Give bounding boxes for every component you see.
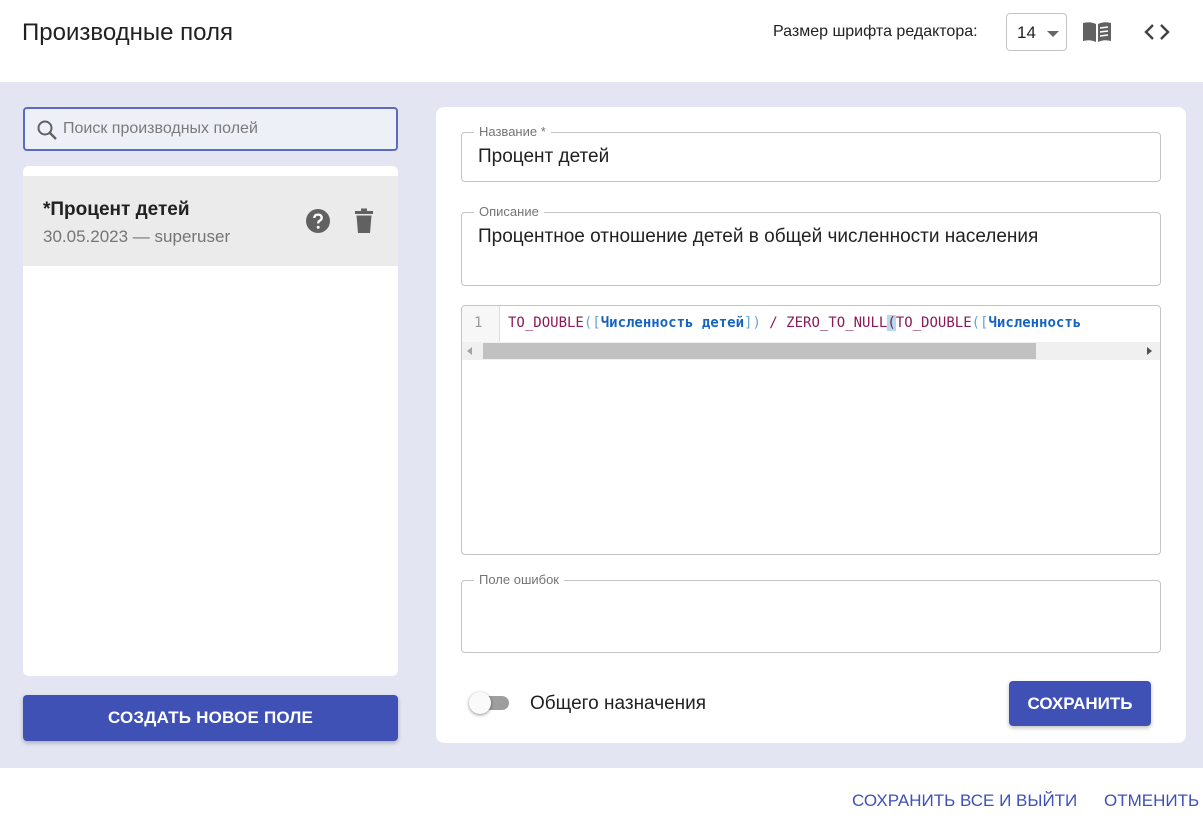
description-label: Описание xyxy=(474,204,544,219)
trash-icon[interactable] xyxy=(353,208,375,234)
description-value: Процентное отношение детей в общей числе… xyxy=(478,226,1039,247)
code-icon[interactable] xyxy=(1143,20,1171,44)
scrollbar-thumb[interactable] xyxy=(483,343,1036,359)
derived-fields-list: *Процент детей 30.05.2023 — superuser xyxy=(23,166,398,676)
help-icon[interactable] xyxy=(305,208,331,234)
cancel-button[interactable]: ОТМЕНИТЬ xyxy=(1104,791,1199,811)
code-token: TO_DOUBLE xyxy=(508,315,584,331)
name-label: Название * xyxy=(474,124,551,139)
book-icon[interactable] xyxy=(1082,20,1112,44)
line-number: 1 xyxy=(474,315,483,331)
workspace: *Процент детей 30.05.2023 — superuser СО… xyxy=(0,82,1203,768)
code-line[interactable]: TO_DOUBLE([Численность детей]) / ZERO_TO… xyxy=(508,315,1160,331)
line-gutter: 1 xyxy=(462,306,500,344)
arrow-left-icon[interactable] xyxy=(467,347,472,355)
toggle-knob xyxy=(469,692,491,714)
save-button[interactable]: СОХРАНИТЬ xyxy=(1009,681,1151,726)
chevron-down-icon xyxy=(1047,31,1059,37)
search-box[interactable] xyxy=(23,107,398,151)
list-item[interactable]: *Процент детей 30.05.2023 — superuser xyxy=(23,176,398,266)
general-purpose-toggle[interactable] xyxy=(469,692,515,714)
code-token: Численность xyxy=(988,315,1082,331)
code-token: ZERO_TO_NULL xyxy=(786,315,888,331)
name-field[interactable]: Название * Процент детей xyxy=(461,124,1161,182)
description-field[interactable]: Описание Процентное отношение детей в об… xyxy=(461,204,1161,286)
save-all-and-exit-button[interactable]: СОХРАНИТЬ ВСЕ И ВЫЙТИ xyxy=(852,791,1077,811)
list-item-title: *Процент детей xyxy=(43,199,190,220)
code-token: ([ xyxy=(971,315,989,331)
error-field: Поле ошибок xyxy=(461,572,1161,653)
header: Производные поля Размер шрифта редактора… xyxy=(0,0,1203,82)
code-token-highlight: ( xyxy=(887,315,896,331)
font-size-label: Размер шрифта редактора: xyxy=(773,23,978,40)
font-size-select[interactable]: 14 xyxy=(1006,13,1067,51)
horizontal-scrollbar[interactable] xyxy=(462,342,1160,360)
search-input[interactable] xyxy=(63,117,383,141)
search-icon xyxy=(37,120,57,140)
field-editor-panel: Название * Процент детей Описание Процен… xyxy=(436,107,1186,743)
arrow-right-icon[interactable] xyxy=(1147,347,1152,355)
page-title: Производные поля xyxy=(22,19,233,46)
code-token: TO_DOUBLE xyxy=(895,315,972,331)
error-label: Поле ошибок xyxy=(474,572,564,587)
code-token: ]) xyxy=(744,315,761,331)
general-purpose-label: Общего назначения xyxy=(530,693,707,714)
formula-editor[interactable]: 1 TO_DOUBLE([Численность детей]) / ZERO_… xyxy=(461,305,1161,555)
code-token: / xyxy=(760,315,787,331)
name-value: Процент детей xyxy=(478,146,610,167)
code-token: Численность детей xyxy=(600,315,745,331)
font-size-value: 14 xyxy=(1017,23,1036,42)
code-token: ([ xyxy=(583,315,601,331)
create-new-field-button[interactable]: СОЗДАТЬ НОВОЕ ПОЛЕ xyxy=(23,695,398,741)
list-item-subtitle: 30.05.2023 — superuser xyxy=(43,227,231,246)
